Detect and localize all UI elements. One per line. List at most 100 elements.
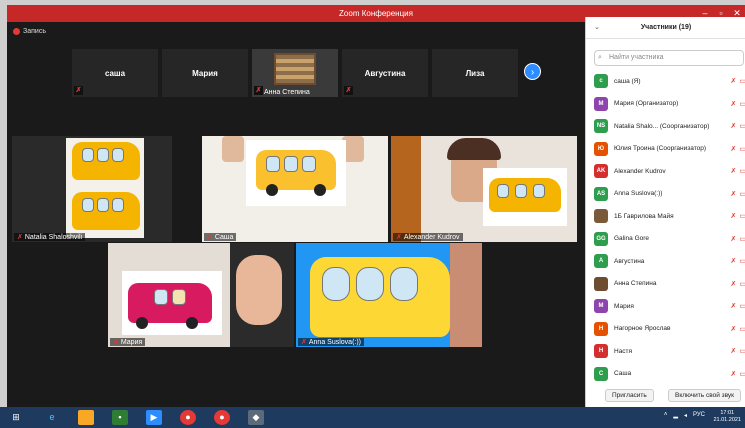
chrome-icon[interactable]: ● bbox=[180, 410, 196, 425]
video-off-icon: ▭ bbox=[739, 123, 745, 130]
video-off-icon: ▭ bbox=[739, 303, 745, 310]
video-caption: ✗ Мария bbox=[110, 338, 146, 346]
folder-icon[interactable] bbox=[78, 410, 94, 425]
video-tile[interactable]: ✗ Саша bbox=[202, 136, 388, 242]
strip-name: Лиза bbox=[465, 68, 485, 78]
participant-row[interactable]: NS Natalia Shalo... (Соорганизатор) ✗ ▭ bbox=[594, 116, 745, 136]
mic-muted-icon: ✗ bbox=[344, 86, 353, 95]
chrome-icon[interactable]: ● bbox=[214, 410, 230, 425]
video-off-icon: ▭ bbox=[739, 235, 745, 243]
video-off-icon: ▭ bbox=[739, 280, 745, 288]
clock[interactable]: 17:01 21.01.2021 bbox=[713, 410, 741, 424]
mic-muted-icon: ✗ bbox=[730, 190, 737, 198]
volume-icon[interactable]: ◂ bbox=[684, 412, 687, 419]
participant-row[interactable]: с саша (Я) ✗ ▭ bbox=[594, 71, 745, 91]
participant-row[interactable]: Н Нагорное Ярослав ✗ ▭ bbox=[594, 319, 745, 339]
strip-name: Августина bbox=[364, 68, 406, 78]
video-off-icon: ▭ bbox=[739, 78, 745, 85]
participant-name: Юлия Троина (Соорганизатор) bbox=[614, 145, 707, 152]
participants-panel: ⌄ Участники (19) ⌕ Найти участника с саша… bbox=[585, 17, 745, 407]
participant-row[interactable]: М Мария ✗ ▭ bbox=[594, 296, 745, 316]
mic-muted-icon: ✗ bbox=[74, 86, 83, 95]
strip-name: саша bbox=[104, 68, 126, 78]
video-off-icon: ▭ bbox=[739, 168, 745, 175]
participant-name: Мария (Организатор) bbox=[614, 100, 679, 107]
video-tile[interactable]: ✗ Anna Suslova(:)) bbox=[296, 243, 482, 347]
participant-name: саша (Я) bbox=[614, 77, 641, 85]
participant-row[interactable]: Ю Юлия Троина (Соорганизатор) ✗ ▭ bbox=[594, 139, 745, 159]
strip-tile[interactable]: Лиза bbox=[432, 49, 518, 97]
mic-muted-icon: ✗ bbox=[301, 339, 307, 346]
mic-muted-icon: ✗ bbox=[396, 234, 402, 241]
panel-title: Участники (19) bbox=[640, 24, 692, 31]
tray-arrow-icon[interactable]: ˄ bbox=[664, 412, 668, 419]
mic-muted-icon: ✗ bbox=[730, 258, 737, 265]
clock-time: 17:01 bbox=[720, 410, 735, 416]
network-icon[interactable]: ▂ bbox=[673, 412, 678, 419]
participant-name: Мария bbox=[614, 302, 634, 310]
participant-name: Августина bbox=[614, 257, 645, 265]
participant-name: Нагорное Ярослав bbox=[614, 325, 671, 332]
participant-name: Настя bbox=[614, 347, 633, 355]
invite-button[interactable]: Пригласить bbox=[605, 389, 654, 402]
chevron-down-icon[interactable]: ⌄ bbox=[594, 17, 600, 39]
participant-row[interactable]: AS Anna Suslova(:)) ✗ ▭ bbox=[594, 184, 745, 204]
search-placeholder: Найти участника bbox=[609, 54, 664, 61]
video-tile[interactable]: ✗ Мария bbox=[108, 243, 294, 347]
search-icon: ⌕ bbox=[598, 54, 602, 61]
mic-muted-icon: ✗ bbox=[730, 123, 737, 130]
search-input[interactable]: ⌕ Найти участника bbox=[594, 50, 744, 66]
video-off-icon: ▭ bbox=[739, 348, 745, 355]
video-tile[interactable]: ✗ Alexander Kudrov bbox=[391, 136, 577, 242]
mic-muted-icon: ✗ bbox=[207, 234, 213, 241]
mic-muted-icon: ✗ bbox=[113, 339, 119, 346]
video-off-icon: ▭ bbox=[739, 258, 745, 265]
participant-row[interactable]: 1Б Гаврилова Майя ✗ ▭ bbox=[594, 206, 745, 226]
video-off-icon: ▭ bbox=[739, 100, 745, 108]
avatar: М bbox=[594, 96, 608, 111]
strip-tile[interactable]: Мария bbox=[162, 49, 248, 97]
avatar bbox=[594, 276, 608, 291]
participant-row[interactable]: Анна Степина ✗ ▭ bbox=[594, 274, 745, 294]
mic-muted-icon: ✗ bbox=[730, 348, 737, 355]
mic-muted-icon: ✗ bbox=[730, 100, 737, 108]
video-off-icon: ▭ bbox=[739, 190, 745, 198]
panel-header: ⌄ Участники (19) bbox=[586, 17, 745, 39]
avatar: С bbox=[594, 366, 608, 381]
mic-muted-icon: ✗ bbox=[730, 325, 737, 333]
video-caption: ✗ Anna Suslova(:)) bbox=[298, 338, 365, 346]
record-icon bbox=[13, 28, 20, 35]
participant-row[interactable]: Н Настя ✗ ▭ bbox=[594, 341, 745, 361]
participant-row[interactable]: А Августина ✗ ▭ bbox=[594, 251, 745, 271]
language-indicator[interactable]: РУС bbox=[693, 412, 705, 419]
strip-tile[interactable]: Августина ✗ bbox=[342, 49, 428, 97]
unmute-button[interactable]: Включить свой звук bbox=[668, 389, 742, 402]
zoom-icon[interactable]: ▶ bbox=[146, 410, 162, 425]
excel-icon[interactable]: ▪ bbox=[112, 410, 128, 425]
bookshelf-image bbox=[274, 53, 316, 85]
avatar bbox=[594, 209, 608, 223]
system-tray: ˄ ▂ ◂ РУС bbox=[664, 412, 705, 419]
clock-date: 21.01.2021 bbox=[713, 417, 741, 423]
taskbar: ⊞ e ▪ ▶ ● ● ◆ ˄ ▂ ◂ РУС 17:01 21.01.2021 bbox=[0, 407, 745, 428]
participant-row[interactable]: М Мария (Организатор) ✗ ▭ bbox=[594, 94, 745, 114]
strip-tile[interactable]: ✗ Анна Степина bbox=[252, 49, 338, 97]
avatar: AK bbox=[594, 164, 608, 178]
avatar: NS bbox=[594, 119, 608, 133]
participant-row[interactable]: AK Alexander Kudrov ✗ ▭ bbox=[594, 161, 745, 181]
mic-muted-icon: ✗ bbox=[730, 235, 737, 243]
next-page-button[interactable]: › bbox=[524, 63, 541, 80]
windows-start-icon[interactable]: ⊞ bbox=[8, 410, 24, 425]
video-tile[interactable]: ✗ Natalia Shaloshvili bbox=[12, 136, 172, 242]
app-icon[interactable]: ◆ bbox=[248, 410, 264, 425]
ie-icon[interactable]: e bbox=[44, 410, 60, 425]
participant-name: Анна Степина bbox=[614, 280, 657, 287]
mic-muted-icon: ✗ bbox=[730, 145, 737, 153]
participant-row[interactable]: С Саша ✗ ▭ bbox=[594, 364, 745, 384]
video-off-icon: ▭ bbox=[739, 325, 745, 333]
video-off-icon: ▭ bbox=[739, 370, 745, 378]
participant-row[interactable]: GG Galina Gore ✗ ▭ bbox=[594, 229, 745, 249]
mic-muted-icon: ✗ bbox=[730, 370, 737, 378]
window-title: Zoom Конференция bbox=[339, 9, 413, 18]
strip-tile[interactable]: саша ✗ bbox=[72, 49, 158, 97]
